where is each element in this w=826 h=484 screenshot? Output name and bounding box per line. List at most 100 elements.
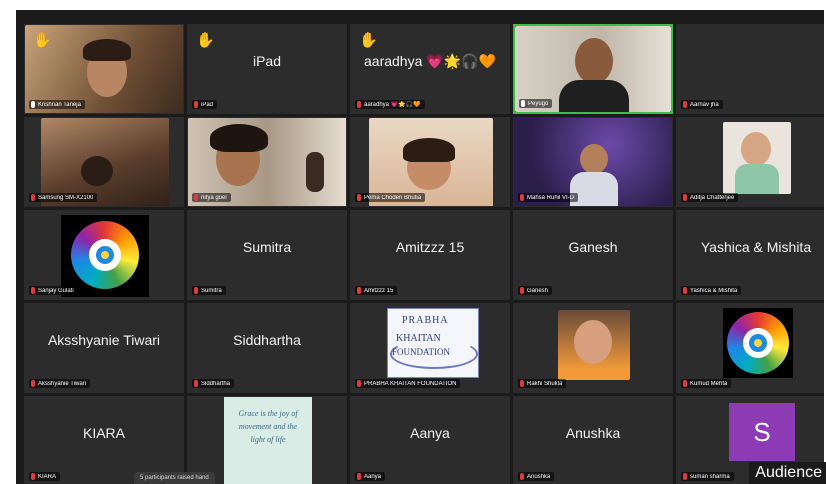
participant-label: Aditja Chatterjee [681, 193, 739, 202]
participant-tile[interactable]: Mahsa Ruhil VI-D [513, 117, 673, 207]
muted-microphone-icon [31, 287, 35, 294]
zoom-meeting-window: ✋ Krishnan Taneja ✋ iPad iPad ✋ aaradhya… [16, 10, 824, 484]
participant-tile[interactable]: Aksshyanie Tiwari Aksshyanie Tiwari [24, 303, 184, 393]
participant-center-name: aaradhya 💗🌟🎧🧡 [364, 53, 496, 69]
participant-label: Sanjay Gulati [29, 286, 78, 295]
raised-hand-icon: ✋ [196, 32, 215, 49]
participant-label: Amitzzz 15 [355, 286, 398, 295]
participant-label: Yashica & Mishita [681, 286, 742, 295]
participant-face [574, 320, 612, 364]
participant-face [81, 156, 113, 186]
participant-label: Siddhartha [192, 379, 235, 388]
muted-microphone-icon [683, 101, 687, 108]
muted-microphone-icon [194, 101, 198, 108]
participant-label: nitya goel [192, 193, 231, 202]
participant-label: Rakhi Shukla [518, 379, 567, 388]
participant-label: Aarnav jha [681, 100, 723, 109]
logo-text-line: KHAITAN [396, 333, 441, 344]
participant-center-name: iPad [252, 53, 282, 69]
participant-label: Peyugo [519, 99, 553, 108]
participant-shirt [559, 80, 629, 112]
muted-microphone-icon [357, 380, 361, 387]
participant-tile[interactable]: Amitzzz 15 Amitzzz 15 [350, 210, 510, 300]
participant-label: Aksshyanie Tiwari [29, 379, 91, 388]
participant-tile[interactable]: Yashica & Mishita Yashica & Mishita [676, 210, 824, 300]
sunburst-eye [101, 251, 109, 259]
muted-microphone-icon [357, 287, 361, 294]
sunburst-logo-image [723, 308, 793, 378]
logo-text-line: PRABHA [402, 315, 449, 326]
participant-label: Samsung SM-X2100 [29, 193, 98, 202]
participant-tile[interactable]: Kumud Mehta [676, 303, 824, 393]
quote-text: Grace is the joy of movement and the lig… [238, 409, 298, 444]
participant-label: aaradhya 💗🌟🎧🧡 [355, 100, 425, 109]
muted-microphone-icon [194, 194, 198, 201]
participant-tile[interactable]: Pema Choden Bhutia [350, 117, 510, 207]
muted-microphone-icon [357, 194, 361, 201]
active-speaker-tile[interactable]: Peyugo [513, 24, 673, 114]
participant-center-name: Amitzzz 15 [395, 239, 465, 255]
participant-tile[interactable]: Aanya Aanya [350, 396, 510, 484]
logo-text-line: FOUNDATION [392, 347, 450, 357]
participant-face [741, 132, 771, 166]
participant-label: Sumitra [192, 286, 226, 295]
participant-center-name: Ganesh [568, 239, 618, 255]
participant-label: PRABHA KHAITAN FOUNDATION [355, 379, 461, 388]
participant-shirt [570, 172, 618, 206]
muted-microphone-icon [357, 101, 361, 108]
muted-microphone-icon [31, 380, 35, 387]
participant-center-name: Aanya [410, 425, 450, 441]
participant-tile[interactable]: ✋ aaradhya 💗🌟🎧🧡 aaradhya 💗🌟🎧🧡 [350, 24, 510, 114]
muted-microphone-icon [683, 194, 687, 201]
gallery-grid: ✋ Krishnan Taneja ✋ iPad iPad ✋ aaradhya… [24, 24, 824, 484]
participant-label: Aanya [355, 472, 386, 481]
participant-hair [210, 124, 268, 152]
participant-tile[interactable]: Ganesh Ganesh [513, 210, 673, 300]
participant-hair [403, 138, 455, 162]
participant-center-name: Anushka [565, 425, 621, 441]
participant-center-name: Aksshyanie Tiwari [47, 332, 161, 348]
participant-tile[interactable]: Grace is the joy of movement and the lig… [187, 396, 347, 484]
participant-tile[interactable]: Rakhi Shukla [513, 303, 673, 393]
participant-tile[interactable]: ✋ Krishnan Taneja [24, 24, 184, 114]
participant-tile[interactable]: Samsung SM-X2100 [24, 117, 184, 207]
participant-tile[interactable]: ✋ iPad iPad [187, 24, 347, 114]
participant-tile[interactable]: Aarnav jha [676, 24, 824, 114]
participant-tile[interactable]: PRABHA KHAITAN FOUNDATION PRABHA KHAITAN… [350, 303, 510, 393]
muted-microphone-icon [31, 473, 35, 480]
participant-tile[interactable]: nitya goel [187, 117, 347, 207]
participant-tile[interactable]: Sumitra Sumitra [187, 210, 347, 300]
background-person [306, 152, 324, 192]
participant-label: Kumud Mehta [681, 379, 732, 388]
muted-microphone-icon [520, 380, 524, 387]
participant-hair [83, 39, 131, 61]
participant-tile[interactable]: Anushka Anushka [513, 396, 673, 484]
participant-label: suman sharma [681, 472, 734, 481]
muted-microphone-icon [683, 287, 687, 294]
participant-tile[interactable]: Aditja Chatterjee [676, 117, 824, 207]
sunburst-eye [754, 339, 762, 347]
participant-tile[interactable]: KIARA KIARA [24, 396, 184, 484]
muted-microphone-icon [683, 380, 687, 387]
participant-center-name: KIARA [82, 425, 125, 441]
muted-microphone-icon [520, 473, 524, 480]
sunburst-logo-image [61, 215, 149, 297]
raised-hand-icon: ✋ [359, 32, 378, 49]
muted-microphone-icon [194, 380, 198, 387]
prabha-khaitan-foundation-logo: PRABHA KHAITAN FOUNDATION [387, 308, 479, 378]
muted-microphone-icon [520, 287, 524, 294]
raised-hands-notification[interactable]: 5 participants raised hand [134, 472, 215, 484]
raised-hand-icon: ✋ [33, 32, 52, 49]
participant-tile[interactable]: Sanjay Gulati [24, 210, 184, 300]
participant-center-name: Yashica & Mishita [700, 239, 812, 255]
muted-microphone-icon [357, 473, 361, 480]
audience-corner-label: Audience [749, 462, 826, 484]
participant-label: Mahsa Ruhil VI-D [518, 193, 579, 202]
participant-label: iPad [192, 100, 218, 109]
avatar: S [729, 403, 795, 461]
participant-face [580, 144, 608, 174]
participant-shirt [735, 164, 779, 194]
participant-tile[interactable]: Siddhartha Siddhartha [187, 303, 347, 393]
participant-center-name: Siddhartha [233, 332, 301, 348]
muted-microphone-icon [31, 194, 35, 201]
